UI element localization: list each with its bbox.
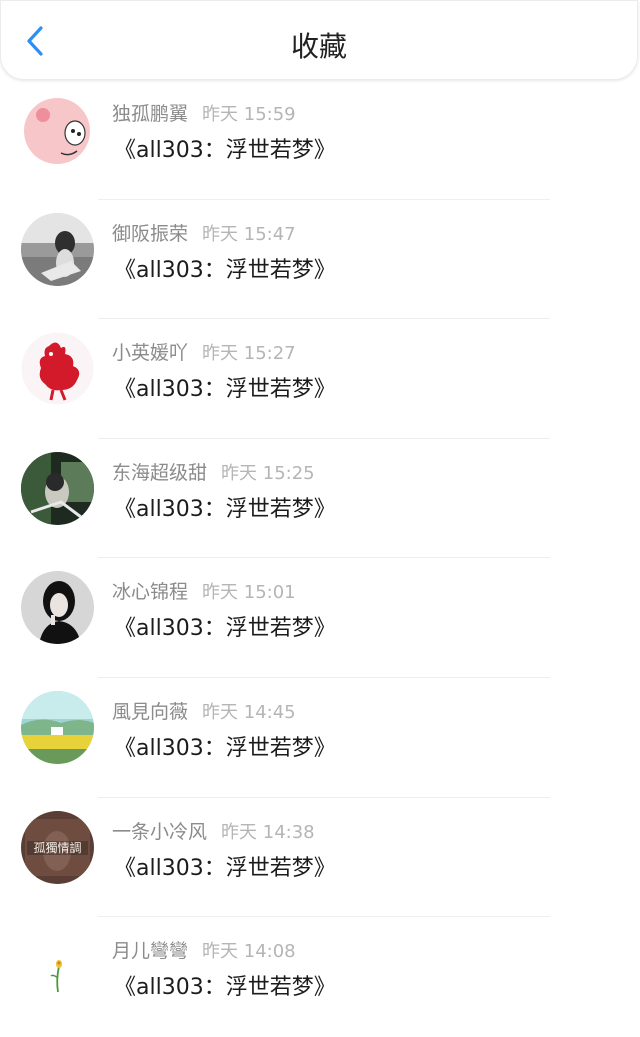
user-name[interactable]: 一条小冷风 <box>112 821 207 843</box>
list-item[interactable]: 月儿彎彎 昨天 14:08 《all303：浮世若梦》 <box>0 917 640 1037</box>
avatar[interactable] <box>21 690 94 764</box>
user-name[interactable]: 風見向薇 <box>112 701 188 723</box>
timestamp: 昨天 15:25 <box>221 462 315 484</box>
avatar[interactable] <box>21 930 94 1004</box>
favorited-title[interactable]: 《all303：浮世若梦》 <box>114 491 336 523</box>
svg-text:孤獨情調: 孤獨情調 <box>33 840 81 855</box>
user-name[interactable]: 东海超级甜 <box>112 462 207 484</box>
timestamp: 昨天 14:08 <box>202 941 296 963</box>
favorited-title[interactable]: 《all303：浮世若梦》 <box>114 132 336 164</box>
avatar[interactable] <box>21 212 94 286</box>
avatar[interactable]: 孤獨情調 <box>21 810 94 884</box>
favorited-title[interactable]: 《all303：浮世若梦》 <box>114 610 336 642</box>
avatar[interactable] <box>21 451 94 525</box>
timestamp: 昨天 15:59 <box>202 104 296 125</box>
favorited-title[interactable]: 《all303：浮世若梦》 <box>114 969 336 1001</box>
timestamp: 昨天 15:27 <box>202 343 296 365</box>
timestamp: 昨天 15:01 <box>202 582 296 604</box>
avatar[interactable] <box>21 93 94 166</box>
page-title: 收藏 <box>290 30 347 63</box>
chevron-left-icon <box>24 25 46 61</box>
user-name[interactable]: 小英媛吖 <box>112 342 188 364</box>
user-name[interactable]: 冰心锦程 <box>112 581 188 603</box>
favorited-title[interactable]: 《all303：浮世若梦》 <box>114 730 336 762</box>
user-name[interactable]: 独孤鹏翼 <box>112 103 188 125</box>
list-item[interactable]: 孤獨情調 一条小冷风 昨天 14:38 《all303：浮世若梦》 <box>0 798 640 918</box>
user-name[interactable]: 御阪振荣 <box>112 223 188 245</box>
timestamp: 昨天 14:45 <box>202 701 296 723</box>
favorited-title[interactable]: 《all303：浮世若梦》 <box>114 850 336 882</box>
list-item[interactable]: 东海超级甜 昨天 15:25 《all303：浮世若梦》 <box>0 439 640 559</box>
back-button[interactable] <box>15 23 55 63</box>
timestamp: 昨天 14:38 <box>221 821 315 843</box>
top-bar: 收藏 <box>0 0 638 80</box>
favorited-title[interactable]: 《all303：浮世若梦》 <box>114 252 336 284</box>
favorited-title[interactable]: 《all303：浮世若梦》 <box>114 371 336 403</box>
list-item[interactable]: 小英媛吖 昨天 15:27 《all303：浮世若梦》 <box>0 319 640 439</box>
avatar[interactable] <box>21 571 94 645</box>
list-item[interactable]: 独孤鹏翼 昨天 15:59 《all303：浮世若梦》 <box>0 80 640 200</box>
favorites-list: 独孤鹏翼 昨天 15:59 《all303：浮世若梦》 御阪振荣 昨天 15:47 … <box>0 80 640 1037</box>
avatar[interactable] <box>21 332 94 406</box>
timestamp: 昨天 15:47 <box>202 223 296 245</box>
user-name[interactable]: 月儿彎彎 <box>112 940 188 962</box>
list-item[interactable]: 冰心锦程 昨天 15:01 《all303：浮世若梦》 <box>0 558 640 678</box>
list-item[interactable]: 風見向薇 昨天 14:45 《all303：浮世若梦》 <box>0 678 640 798</box>
list-item[interactable]: 御阪振荣 昨天 15:47 《all303：浮世若梦》 <box>0 200 640 320</box>
